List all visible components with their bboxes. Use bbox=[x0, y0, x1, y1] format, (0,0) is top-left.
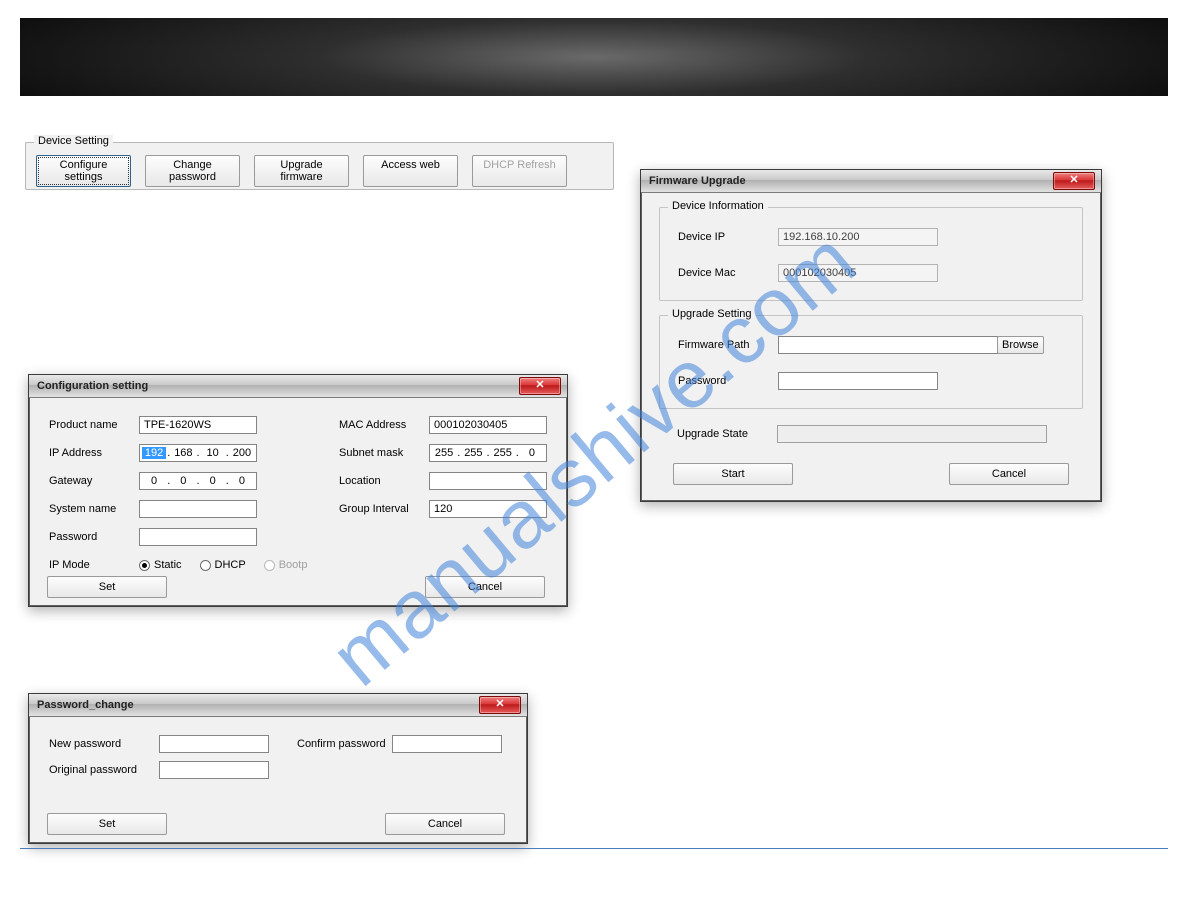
gateway-label: Gateway bbox=[49, 475, 139, 487]
device-info-legend: Device Information bbox=[668, 200, 768, 212]
close-icon[interactable]: ✕ bbox=[519, 377, 561, 395]
original-password-label: Original password bbox=[49, 764, 159, 776]
password-set-button[interactable]: Set bbox=[47, 813, 167, 835]
password-change-window: Password_change ✕ New password Confirm p… bbox=[28, 693, 528, 844]
device-ip-field: 192.168.10.200 bbox=[778, 228, 938, 246]
ip-address-field[interactable]: 192. 168. 10. 200 bbox=[139, 444, 257, 462]
close-icon[interactable]: ✕ bbox=[479, 696, 521, 714]
firmware-titlebar: Firmware Upgrade ✕ bbox=[641, 170, 1101, 193]
ip-address-label: IP Address bbox=[49, 447, 139, 459]
configuration-setting-window: Configuration setting ✕ Product name TPE… bbox=[28, 374, 568, 607]
new-password-label: New password bbox=[49, 738, 159, 750]
ip-mode-dhcp-radio[interactable]: DHCP bbox=[200, 559, 246, 571]
product-name-label: Product name bbox=[49, 419, 139, 431]
upgrade-state-label: Upgrade State bbox=[677, 428, 777, 440]
ip-mode-bootp-radio[interactable]: Bootp bbox=[264, 559, 308, 571]
fw-password-label: Password bbox=[678, 375, 778, 387]
password-field[interactable] bbox=[139, 528, 257, 546]
top-banner bbox=[20, 18, 1168, 96]
close-icon[interactable]: ✕ bbox=[1053, 172, 1095, 190]
device-ip-label: Device IP bbox=[678, 231, 778, 243]
firmware-title: Firmware Upgrade bbox=[649, 175, 746, 187]
mac-address-label: MAC Address bbox=[339, 419, 429, 431]
password-titlebar: Password_change ✕ bbox=[29, 694, 527, 717]
config-set-button[interactable]: Set bbox=[47, 576, 167, 598]
upgrade-firmware-button[interactable]: Upgrade firmware bbox=[254, 155, 349, 187]
firmware-cancel-button[interactable]: Cancel bbox=[949, 463, 1069, 485]
upgrade-setting-group: Upgrade Setting Firmware Path Browse Pas… bbox=[659, 315, 1083, 409]
group-interval-field[interactable]: 120 bbox=[429, 500, 547, 518]
fw-password-field[interactable] bbox=[778, 372, 938, 390]
device-setting-group: Device Setting Configure settings Change… bbox=[25, 142, 614, 190]
upgrade-setting-legend: Upgrade Setting bbox=[668, 308, 756, 320]
firmware-path-field[interactable] bbox=[778, 336, 998, 354]
config-titlebar: Configuration setting ✕ bbox=[29, 375, 567, 398]
ip-mode-label: IP Mode bbox=[49, 559, 139, 571]
firmware-start-button[interactable]: Start bbox=[673, 463, 793, 485]
password-cancel-button[interactable]: Cancel bbox=[385, 813, 505, 835]
change-password-button[interactable]: Change password bbox=[145, 155, 240, 187]
group-interval-label: Group Interval bbox=[339, 503, 429, 515]
mac-address-field[interactable]: 000102030405 bbox=[429, 416, 547, 434]
product-name-field[interactable]: TPE-1620WS bbox=[139, 416, 257, 434]
dhcp-refresh-button[interactable]: DHCP Refresh bbox=[472, 155, 567, 187]
password-title: Password_change bbox=[37, 699, 134, 711]
device-setting-legend: Device Setting bbox=[34, 135, 113, 147]
configure-settings-button[interactable]: Configure settings bbox=[36, 155, 131, 187]
location-label: Location bbox=[339, 475, 429, 487]
confirm-password-label: Confirm password bbox=[297, 738, 386, 750]
original-password-field[interactable] bbox=[159, 761, 269, 779]
system-name-field[interactable] bbox=[139, 500, 257, 518]
config-title: Configuration setting bbox=[37, 380, 148, 392]
location-field[interactable] bbox=[429, 472, 547, 490]
browse-button[interactable]: Browse bbox=[997, 336, 1044, 354]
subnet-mask-label: Subnet mask bbox=[339, 447, 429, 459]
gateway-field[interactable]: 0. 0. 0. 0 bbox=[139, 472, 257, 490]
confirm-password-field[interactable] bbox=[392, 735, 502, 753]
ip-mode-static-radio[interactable]: Static bbox=[139, 559, 182, 571]
upgrade-state-field bbox=[777, 425, 1047, 443]
system-name-label: System name bbox=[49, 503, 139, 515]
divider-line bbox=[20, 848, 1168, 849]
subnet-mask-field[interactable]: 255. 255. 255. 0 bbox=[429, 444, 547, 462]
password-label: Password bbox=[49, 531, 139, 543]
device-mac-field: 000102030405 bbox=[778, 264, 938, 282]
access-web-button[interactable]: Access web bbox=[363, 155, 458, 187]
firmware-upgrade-window: Firmware Upgrade ✕ Device Information De… bbox=[640, 169, 1102, 502]
device-information-group: Device Information Device IP 192.168.10.… bbox=[659, 207, 1083, 301]
firmware-path-label: Firmware Path bbox=[678, 339, 778, 351]
new-password-field[interactable] bbox=[159, 735, 269, 753]
config-cancel-button[interactable]: Cancel bbox=[425, 576, 545, 598]
device-mac-label: Device Mac bbox=[678, 267, 778, 279]
